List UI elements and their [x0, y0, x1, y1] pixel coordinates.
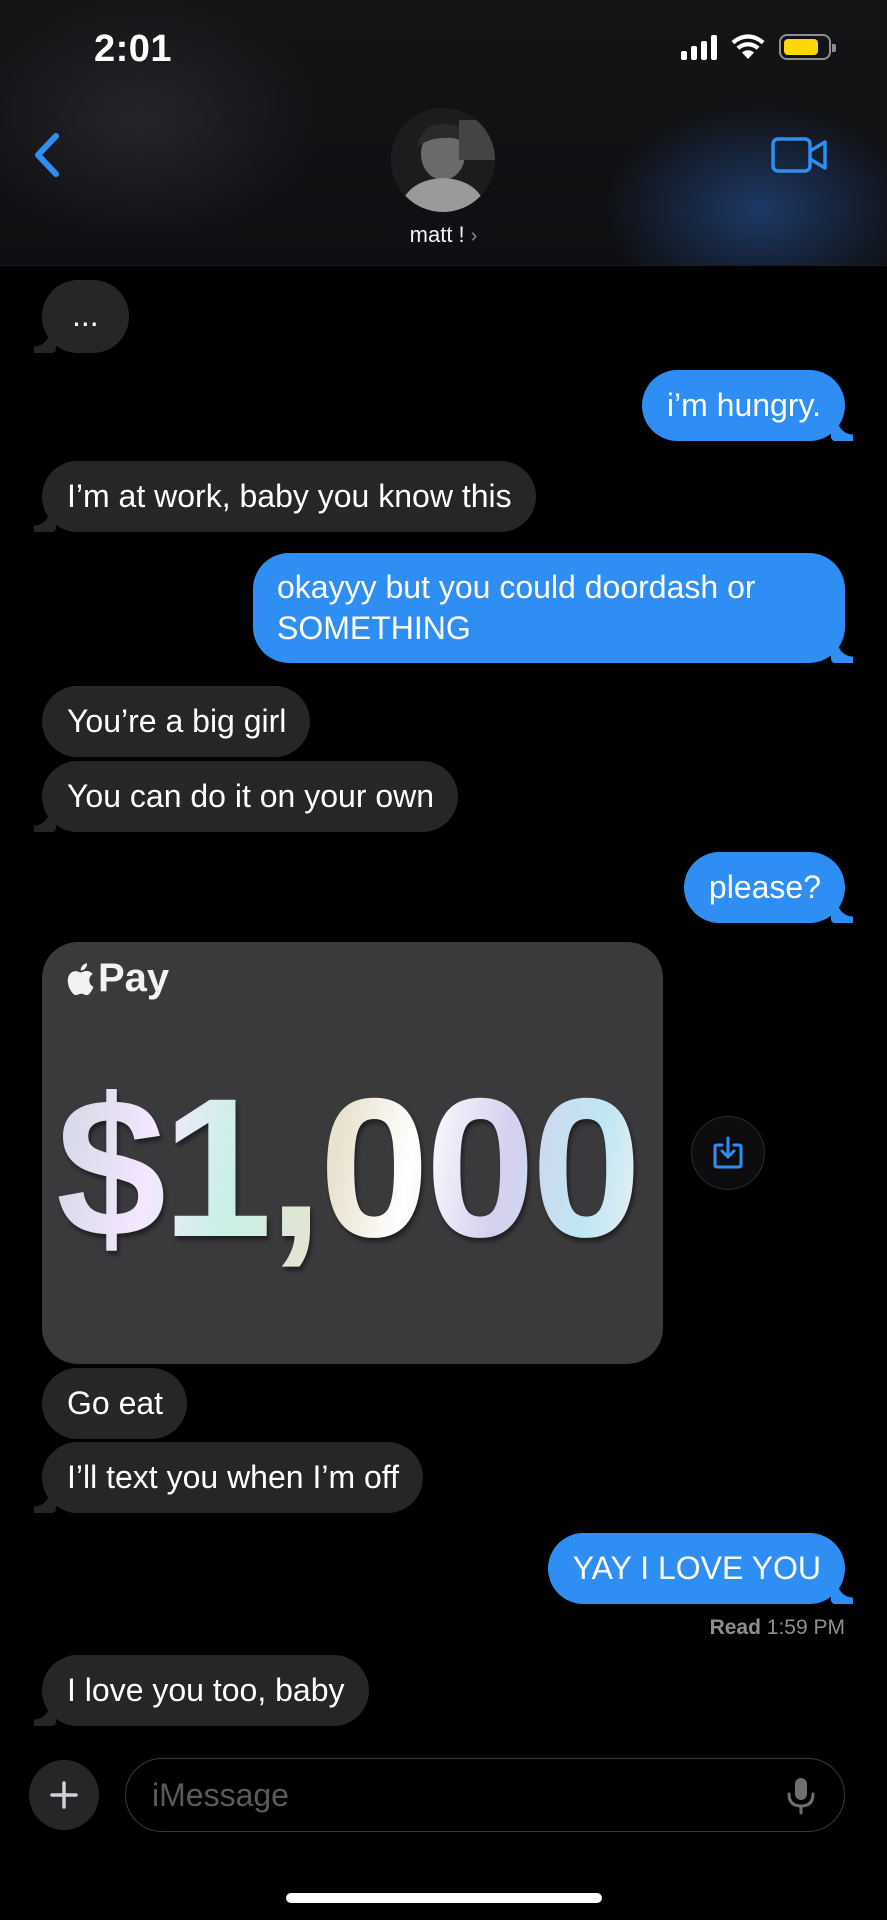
apple-logo-icon — [67, 962, 94, 995]
message-bubble-received[interactable]: Go eat — [42, 1368, 188, 1439]
contact-name-row[interactable]: matt ! › — [0, 222, 887, 248]
message-bubble-sent[interactable]: please? — [683, 852, 854, 923]
status-time: 2:01 — [94, 28, 173, 70]
read-receipt: Read 1:59 PM — [710, 1616, 845, 1640]
battery-icon — [779, 34, 836, 60]
plus-icon — [50, 1781, 78, 1809]
wifi-icon — [731, 34, 765, 59]
save-payment-button[interactable] — [691, 1116, 765, 1190]
imessage-input[interactable] — [125, 1758, 845, 1832]
video-camera-icon — [771, 137, 827, 173]
apple-pay-logo: Pay — [66, 956, 169, 1001]
home-indicator[interactable] — [286, 1893, 602, 1903]
message-bubble-sent[interactable]: i’m hungry. — [641, 370, 854, 441]
dictation-button[interactable] — [784, 1776, 818, 1816]
contact-avatar[interactable] — [391, 108, 495, 212]
message-bubble-sent[interactable]: okayyy but you could doordash or SOMETHI… — [253, 553, 853, 663]
chevron-left-icon — [35, 133, 59, 177]
message-bubble-received[interactable]: I love you too, baby — [34, 1655, 369, 1726]
chevron-right-icon: › — [470, 225, 478, 247]
read-receipt-time: 1:59 PM — [766, 1616, 845, 1639]
apps-plus-button[interactable] — [29, 1760, 99, 1830]
apple-pay-label: Pay — [98, 956, 170, 1000]
save-to-wallet-icon — [713, 1136, 743, 1169]
message-bubble-received[interactable]: I’ll text you when I’m off — [34, 1442, 423, 1513]
conversation-header: 2:01 matt ! › — [0, 0, 887, 266]
apple-pay-card[interactable]: Pay $1,000 — [42, 942, 663, 1364]
message-bubble-received[interactable]: You’re a big girl — [42, 686, 311, 757]
message-bubble-sent[interactable]: YAY I LOVE YOU — [547, 1533, 854, 1604]
cellular-signal-icon — [681, 34, 717, 60]
message-bubble-received[interactable]: I’m at work, baby you know this — [34, 461, 536, 532]
message-bubble-received[interactable]: You can do it on your own — [33, 761, 459, 832]
status-icons — [681, 34, 836, 60]
back-button[interactable] — [28, 130, 68, 180]
contact-name: matt ! — [409, 222, 465, 247]
facetime-video-button[interactable] — [770, 134, 830, 176]
message-bubble-received[interactable]: ... — [34, 280, 129, 353]
microphone-icon — [787, 1778, 815, 1815]
read-receipt-label: Read — [709, 1616, 761, 1639]
battery-level — [784, 39, 818, 55]
payment-amount: $1,000 — [56, 1054, 642, 1281]
